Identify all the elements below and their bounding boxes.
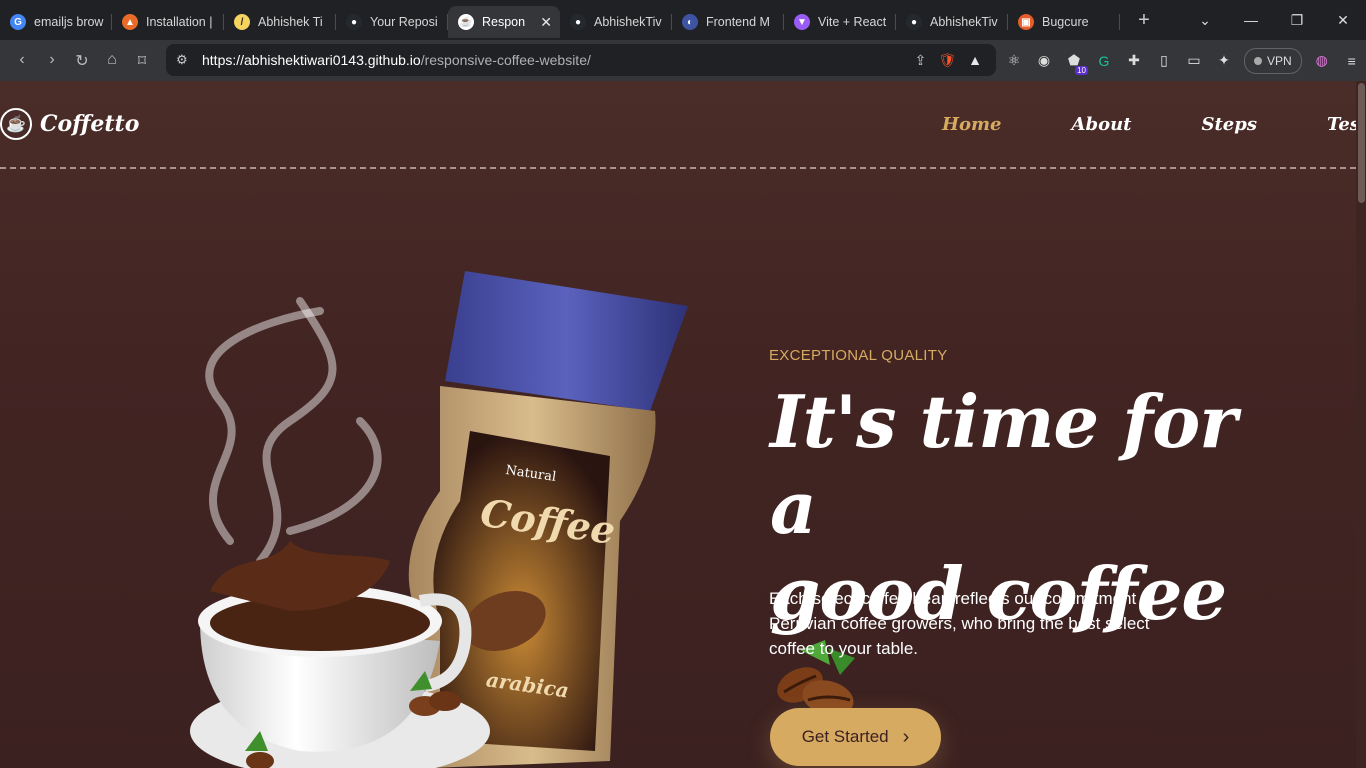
url-path: /responsive-coffee-website/ bbox=[420, 52, 591, 68]
tab-label: emailjs brow bbox=[34, 15, 104, 29]
page-scrollbar[interactable] bbox=[1356, 81, 1366, 768]
leo-ai-icon[interactable]: ✦ bbox=[1214, 51, 1234, 71]
extension-icon[interactable]: ◉ bbox=[1034, 51, 1054, 71]
gitlab-icon: ▲ bbox=[122, 14, 138, 30]
browser-toolbar: ‹ › ↻ ⌂ ⌑ ⚙ https://abhishektiwari0143.g… bbox=[0, 40, 1366, 81]
extension-badge: 10 bbox=[1075, 65, 1088, 75]
header-divider bbox=[0, 167, 1366, 169]
logo-text: Coffetto bbox=[40, 111, 140, 137]
brave-shields-icon[interactable]: 🛡 bbox=[938, 52, 956, 69]
browser-tab[interactable]: ● AbhishekTiv bbox=[896, 6, 1008, 38]
extension-badge-icon[interactable]: ⬟ 10 bbox=[1064, 51, 1088, 75]
tab-label: Your Reposi bbox=[370, 15, 438, 29]
bookmark-icon[interactable]: ⌑ bbox=[127, 51, 157, 71]
tab-label: Abhishek Ti bbox=[258, 15, 323, 29]
hero-description: Each select coffee bean reflects our com… bbox=[769, 589, 1156, 658]
hero-headline: It's time for a good coffee bbox=[770, 379, 1240, 726]
address-bar[interactable]: ⚙ https://abhishektiwari0143.github.io/r… bbox=[166, 44, 996, 76]
home-icon[interactable]: ⌂ bbox=[97, 51, 127, 71]
webpage: ☕ Coffetto Home About Steps Testimonial bbox=[0, 81, 1366, 768]
browser-tab[interactable]: / Abhishek Ti bbox=[224, 6, 336, 38]
back-icon[interactable]: ‹ bbox=[7, 51, 37, 71]
tab-label: Vite + React bbox=[818, 15, 887, 29]
close-tab-icon[interactable]: ✕ bbox=[540, 14, 552, 31]
headline-line-1: It's time for a bbox=[770, 379, 1237, 550]
brave-rewards-icon[interactable]: ▲ bbox=[968, 52, 982, 68]
nav-home[interactable]: Home bbox=[942, 114, 1002, 135]
github-icon: ● bbox=[906, 14, 922, 30]
google-icon: G bbox=[10, 14, 26, 30]
forward-icon[interactable]: › bbox=[37, 51, 67, 71]
site-logo[interactable]: ☕ Coffetto bbox=[0, 108, 139, 140]
coffee-icon: ☕ bbox=[458, 14, 474, 30]
scrollbar-thumb[interactable] bbox=[1358, 83, 1365, 203]
share-icon[interactable]: ⇪ bbox=[915, 52, 927, 69]
hero-image: Natural Coffee arabica bbox=[190, 271, 688, 768]
profile-icon[interactable]: ◍ bbox=[1312, 51, 1332, 71]
grammarly-icon[interactable]: G bbox=[1094, 51, 1114, 71]
restore-icon[interactable]: ❐ bbox=[1274, 12, 1320, 29]
site-info-icon[interactable]: ⚙ bbox=[176, 52, 196, 68]
menu-icon[interactable]: ≡ bbox=[1342, 51, 1362, 71]
browser-tab[interactable]: ◐ Frontend M bbox=[672, 6, 784, 38]
coffee-cup-icon: ☕ bbox=[0, 108, 32, 140]
new-tab-icon[interactable]: + bbox=[1130, 9, 1158, 32]
tab-label: Frontend M bbox=[706, 15, 770, 29]
github-icon: ● bbox=[346, 14, 362, 30]
vpn-status-icon bbox=[1254, 56, 1262, 65]
tab-label: Respon bbox=[482, 15, 526, 29]
window-controls: ⌄ — ❐ ✕ bbox=[1182, 0, 1366, 40]
get-started-label: Get Started bbox=[801, 727, 889, 746]
chevron-right-icon: › bbox=[902, 725, 910, 748]
sidebar-icon[interactable]: ▯ bbox=[1154, 51, 1174, 71]
get-started-button[interactable]: Get Started › bbox=[770, 708, 941, 766]
github-icon: ● bbox=[570, 14, 586, 30]
nav-steps[interactable]: Steps bbox=[1201, 114, 1257, 135]
tab-label: Bugcure bbox=[1042, 15, 1089, 29]
steam-graphic bbox=[205, 297, 382, 565]
reload-icon[interactable]: ↻ bbox=[67, 51, 97, 71]
main-nav: Home About Steps Testimonial bbox=[942, 114, 1366, 135]
frontendmentor-icon: ◐ bbox=[682, 14, 698, 30]
browser-tab-strip: Gemailjs brow ▲ Installation | / Abhishek Ti… bbox=[0, 0, 1366, 40]
extensions-area: ⚛ ◉ ⬟ 10 G ✚ ▯ ▭ ✦ VPN ◍ ≡ bbox=[1004, 40, 1362, 81]
bugcure-icon: ▣ bbox=[1018, 14, 1034, 30]
browser-tab[interactable]: ▲ Installation | bbox=[112, 6, 224, 38]
tab-label: Installation | bbox=[146, 15, 213, 29]
hero-eyebrow: EXCEPTIONAL QUALITY bbox=[769, 347, 948, 364]
puzzle-icon[interactable]: ✚ bbox=[1124, 51, 1144, 71]
nav-about[interactable]: About bbox=[1072, 114, 1132, 135]
vite-icon: ▼ bbox=[794, 14, 810, 30]
minimize-icon[interactable]: — bbox=[1228, 12, 1274, 28]
browser-tab[interactable]: Gemailjs brow bbox=[0, 6, 112, 38]
url-host: https://abhishektiwari0143.github.io bbox=[202, 52, 421, 68]
browser-tab[interactable]: ▣ Bugcure bbox=[1008, 6, 1120, 38]
wallet-icon[interactable]: ▭ bbox=[1184, 51, 1204, 71]
close-window-icon[interactable]: ✕ bbox=[1320, 12, 1366, 29]
tab-label: AbhishekTiv bbox=[594, 15, 662, 29]
browser-tab[interactable]: ● Your Reposi bbox=[336, 6, 448, 38]
document-icon: / bbox=[234, 14, 250, 30]
url-text[interactable]: https://abhishektiwari0143.github.io/res… bbox=[202, 52, 915, 68]
vpn-label: VPN bbox=[1267, 53, 1292, 68]
tab-separator bbox=[1119, 14, 1120, 30]
tab-label: AbhishekTiv bbox=[930, 15, 998, 29]
browser-tab[interactable]: ▼ Vite + React bbox=[784, 6, 896, 38]
react-devtools-icon[interactable]: ⚛ bbox=[1004, 51, 1024, 71]
tab-search-icon[interactable]: ⌄ bbox=[1182, 12, 1228, 29]
vpn-button[interactable]: VPN bbox=[1244, 47, 1302, 74]
browser-tab[interactable]: ● AbhishekTiv bbox=[560, 6, 672, 38]
browser-tab[interactable]: ☕ Respon ✕ bbox=[448, 6, 560, 38]
